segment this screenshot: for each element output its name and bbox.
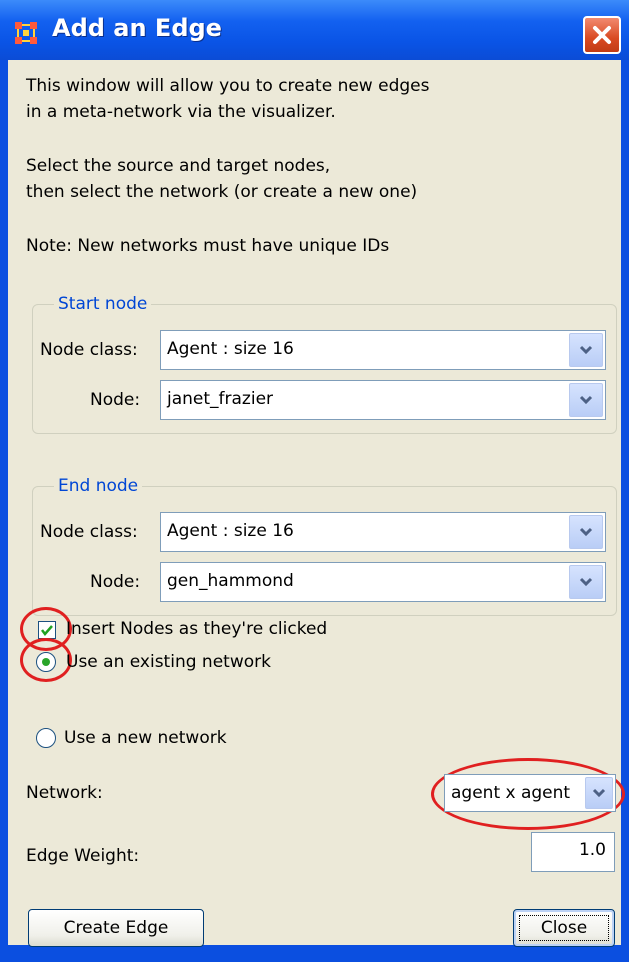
edge-weight-label: Edge Weight: — [26, 846, 140, 866]
end-node-label: Node: — [90, 572, 141, 592]
start-node-class-value: Agent : size 16 — [167, 339, 294, 359]
close-button[interactable]: Close — [513, 909, 615, 947]
start-node-label: Node: — [90, 390, 141, 410]
create-edge-button[interactable]: Create Edge — [28, 909, 204, 947]
dialog-body: This window will allow you to create new… — [8, 60, 625, 947]
use-existing-network-label[interactable]: Use an existing network — [66, 652, 271, 672]
end-node-class-label: Node class: — [40, 522, 138, 542]
insert-nodes-checkbox[interactable] — [38, 621, 56, 639]
close-icon — [593, 26, 611, 44]
network-value: agent x agent — [451, 783, 571, 803]
chevron-down-icon[interactable] — [569, 333, 603, 367]
network-select[interactable]: agent x agent — [444, 774, 616, 812]
edge-weight-value: 1.0 — [578, 840, 606, 860]
start-node-value: janet_frazier — [167, 389, 274, 409]
chevron-down-icon[interactable] — [569, 383, 603, 417]
edge-weight-input[interactable]: 1.0 — [531, 832, 615, 872]
window-title: Add an Edge — [52, 14, 222, 42]
use-existing-network-radio[interactable] — [36, 652, 56, 672]
end-node-class-select[interactable]: Agent : size 16 — [160, 512, 606, 552]
start-node-class-select[interactable]: Agent : size 16 — [160, 330, 606, 370]
end-node-class-value: Agent : size 16 — [167, 521, 294, 541]
add-edge-window: Add an Edge This window will allow you t… — [0, 0, 629, 962]
use-new-network-label[interactable]: Use a new network — [64, 728, 227, 748]
network-grid-icon — [15, 22, 37, 44]
chevron-down-icon[interactable] — [569, 515, 603, 549]
insert-nodes-label[interactable]: Insert Nodes as they're clicked — [66, 619, 327, 639]
title-bar[interactable]: Add an Edge — [0, 0, 629, 60]
start-node-class-label: Node class: — [40, 340, 138, 360]
network-label: Network: — [26, 783, 103, 803]
start-node-select[interactable]: janet_frazier — [160, 380, 606, 420]
chevron-down-icon[interactable] — [585, 777, 613, 809]
end-node-value: gen_hammond — [167, 571, 294, 591]
close-window-button[interactable] — [583, 16, 621, 54]
checkmark-icon — [41, 625, 53, 636]
intro-line-1: This window will allow you to create new… — [26, 76, 430, 96]
end-node-legend: End node — [54, 476, 143, 496]
intro-line-4: then select the network (or create a new… — [26, 182, 418, 202]
intro-line-2: in a meta-network via the visualizer. — [26, 102, 336, 122]
start-node-legend: Start node — [54, 294, 152, 314]
chevron-down-icon[interactable] — [569, 565, 603, 599]
use-new-network-radio[interactable] — [36, 728, 56, 748]
end-node-select[interactable]: gen_hammond — [160, 562, 606, 602]
intro-line-3: Select the source and target nodes, — [26, 156, 331, 176]
radio-selected-dot — [42, 658, 50, 666]
intro-note: Note: New networks must have unique IDs — [26, 236, 390, 256]
